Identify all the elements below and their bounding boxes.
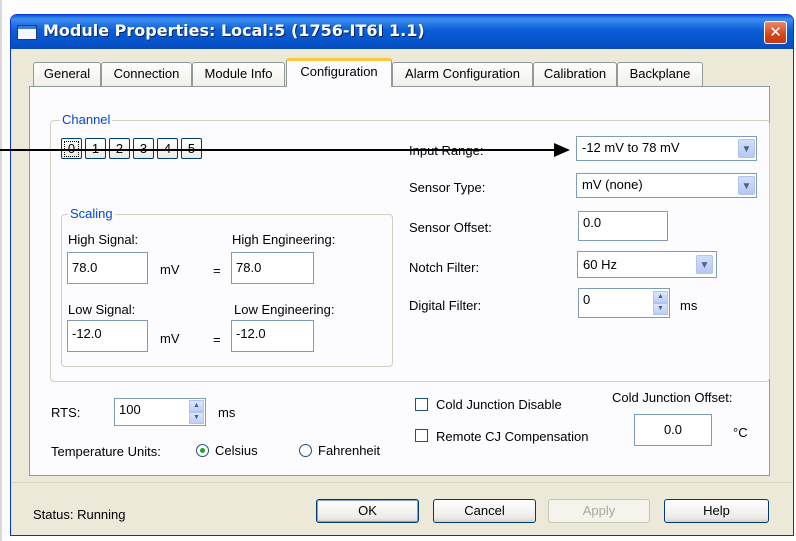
annotation-arrow [0, 143, 570, 157]
